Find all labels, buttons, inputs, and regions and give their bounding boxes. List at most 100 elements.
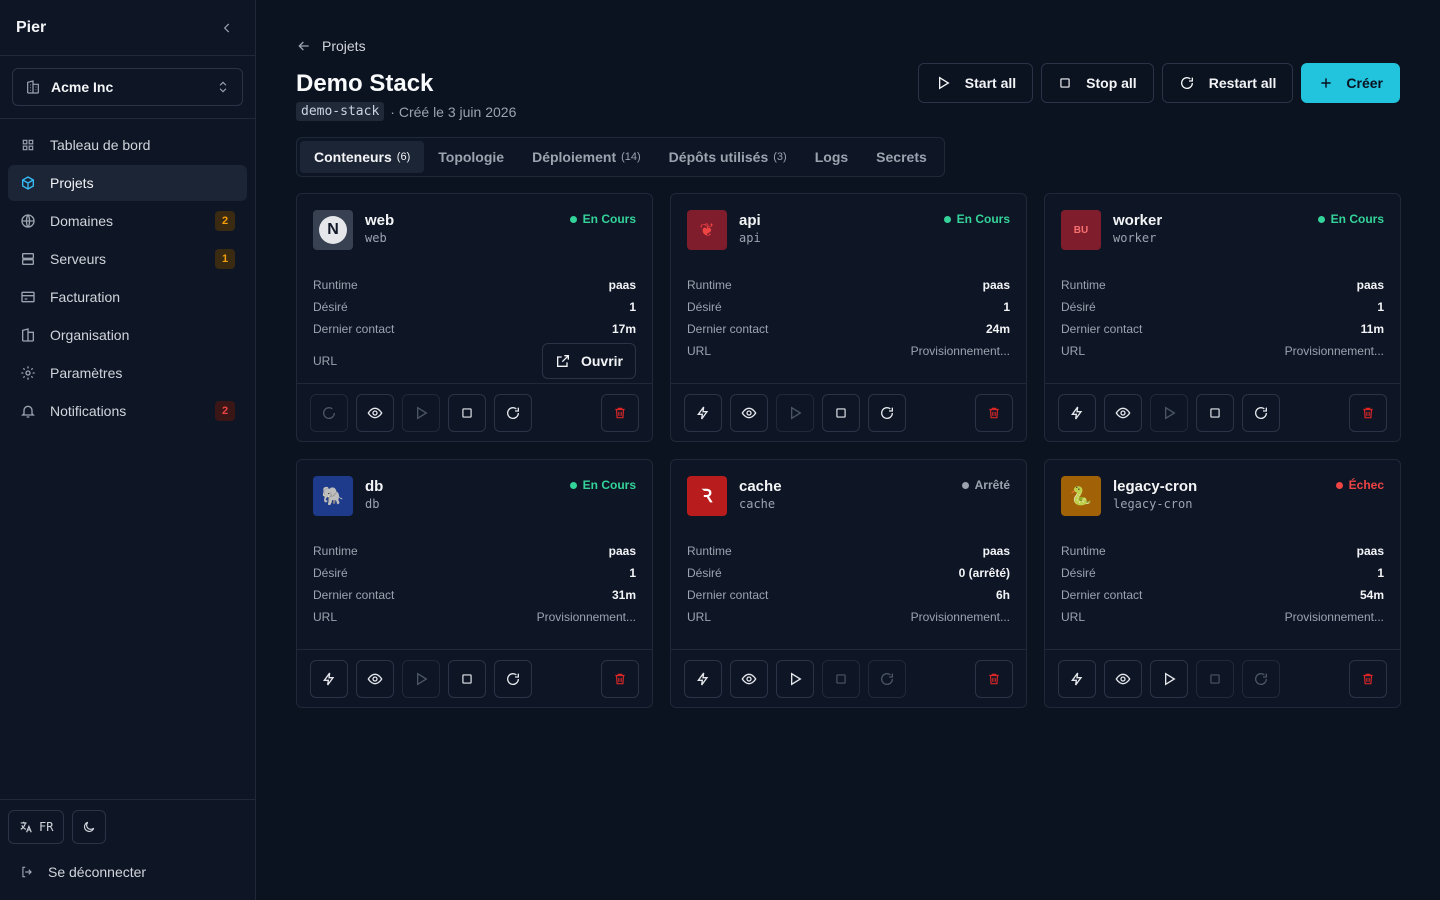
- status-badge: En Cours: [569, 212, 636, 226]
- play-icon: [413, 405, 429, 421]
- runtime-row: Runtime paas: [687, 274, 1010, 296]
- theme-toggle[interactable]: [72, 810, 107, 844]
- create-button[interactable]: Créer: [1301, 63, 1400, 103]
- create-label: Créer: [1346, 75, 1383, 91]
- status-badge: Échec: [1335, 478, 1384, 492]
- lightning-icon: [1069, 405, 1085, 421]
- sidebar-item-cube[interactable]: Projets: [8, 165, 247, 201]
- restart-button[interactable]: [868, 393, 906, 432]
- delete-button[interactable]: [601, 393, 639, 432]
- container-names: api api: [739, 210, 761, 245]
- card-actions: [671, 383, 1026, 441]
- desired-row: Désiré 1: [313, 562, 636, 584]
- stop-icon: [834, 406, 848, 420]
- deploy-button[interactable]: [684, 659, 722, 698]
- sidebar-item-card[interactable]: Facturation: [8, 279, 247, 315]
- delete-button[interactable]: [1349, 659, 1387, 698]
- deploy-button[interactable]: [684, 393, 722, 432]
- collapse-sidebar-icon[interactable]: [215, 16, 239, 40]
- detail-label: Runtime: [687, 278, 732, 292]
- last-contact-row: Dernier contact 54m: [1061, 584, 1384, 606]
- view-button[interactable]: [356, 393, 394, 432]
- sidebar-item-bell[interactable]: Notifications 2: [8, 393, 247, 429]
- sidebar-item-label: Projets: [50, 175, 94, 191]
- tab-0[interactable]: Conteneurs (6): [300, 141, 425, 173]
- deploy-button[interactable]: [310, 659, 348, 698]
- sidebar-item-building[interactable]: Organisation: [8, 317, 247, 353]
- trash-icon: [613, 406, 627, 420]
- detail-value: 31m: [611, 588, 636, 602]
- lightning-icon: [695, 405, 711, 421]
- sidebar-footer: FR Se déconnecter: [0, 799, 255, 900]
- delete-button[interactable]: [975, 659, 1013, 698]
- detail-label: URL: [313, 610, 338, 624]
- detail-label: Dernier contact: [1061, 322, 1143, 336]
- org-switcher[interactable]: Acme Inc: [12, 68, 243, 106]
- stop-button[interactable]: [448, 393, 486, 432]
- stop-icon: [1058, 76, 1072, 90]
- detail-value: 54m: [1359, 588, 1384, 602]
- restart-all-button[interactable]: Restart all: [1161, 63, 1294, 103]
- project-tabs: Conteneurs (6) Topologie Déploiement (14) Dép…: [296, 137, 945, 177]
- detail-label: Désiré: [1061, 300, 1096, 314]
- container-names: worker worker: [1113, 210, 1162, 245]
- start-button[interactable]: [776, 659, 814, 698]
- status-label: En Cours: [956, 212, 1010, 226]
- globe-icon: [20, 213, 36, 229]
- delete-button[interactable]: [1349, 393, 1387, 432]
- view-button[interactable]: [1104, 659, 1142, 698]
- view-button[interactable]: [730, 659, 768, 698]
- detail-label: Runtime: [313, 544, 358, 558]
- delete-button[interactable]: [601, 659, 639, 698]
- restart-button: [868, 659, 906, 698]
- deploy-button[interactable]: [1058, 393, 1096, 432]
- desired-row: Désiré 1: [687, 296, 1010, 318]
- view-button[interactable]: [730, 393, 768, 432]
- url-row: URL Provisionnement...: [687, 606, 1010, 628]
- stop-button[interactable]: [1196, 393, 1234, 432]
- sidebar-item-server[interactable]: Serveurs 1: [8, 241, 247, 277]
- start-all-button[interactable]: Start all: [917, 63, 1034, 103]
- delete-button[interactable]: [975, 393, 1013, 432]
- stop-all-button[interactable]: Stop all: [1041, 63, 1154, 103]
- eye-icon: [1115, 405, 1131, 421]
- logout-button[interactable]: Se déconnecter: [8, 854, 247, 890]
- play-icon: [1161, 671, 1177, 687]
- tab-1[interactable]: Topologie: [424, 141, 518, 173]
- restart-button[interactable]: [494, 393, 532, 432]
- tab-5[interactable]: Secrets: [862, 141, 941, 173]
- sidebar-item-gear[interactable]: Paramètres: [8, 355, 247, 391]
- brand-name: Pier: [16, 18, 47, 36]
- stop-button: [1196, 659, 1234, 698]
- sidebar-item-grid[interactable]: Tableau de bord: [8, 127, 247, 163]
- language-button[interactable]: FR: [8, 810, 65, 844]
- loading-button: [310, 393, 348, 432]
- open-url-button[interactable]: Ouvrir: [541, 343, 636, 379]
- breadcrumb[interactable]: Projets: [296, 36, 1400, 56]
- stop-button[interactable]: [448, 659, 486, 698]
- sidebar-item-globe[interactable]: Domaines 2: [8, 203, 247, 239]
- start-button: [402, 659, 440, 698]
- view-button[interactable]: [1104, 393, 1142, 432]
- detail-label: Désiré: [313, 300, 348, 314]
- restart-button[interactable]: [494, 659, 532, 698]
- stop-all-label: Stop all: [1086, 75, 1137, 91]
- redis-logo: Ꝛ: [687, 476, 727, 516]
- status-label: Échec: [1348, 478, 1384, 492]
- stop-button[interactable]: [822, 393, 860, 432]
- detail-label: Désiré: [1061, 566, 1096, 580]
- tab-2[interactable]: Déploiement (14): [518, 141, 655, 173]
- play-icon: [935, 75, 951, 91]
- detail-value: paas: [608, 278, 636, 292]
- restart-button[interactable]: [1242, 393, 1280, 432]
- detail-label: Dernier contact: [313, 322, 395, 336]
- sidebar-item-label: Tableau de bord: [50, 137, 151, 153]
- detail-label: Désiré: [313, 566, 348, 580]
- tab-3[interactable]: Dépôts utilisés (3): [655, 141, 801, 173]
- main-content: Projets Demo Stack demo-stack · Créé le …: [256, 0, 1440, 900]
- view-button[interactable]: [356, 659, 394, 698]
- start-button[interactable]: [1150, 659, 1188, 698]
- breadcrumb-label[interactable]: Projets: [322, 38, 366, 54]
- tab-4[interactable]: Logs: [801, 141, 862, 173]
- deploy-button[interactable]: [1058, 659, 1096, 698]
